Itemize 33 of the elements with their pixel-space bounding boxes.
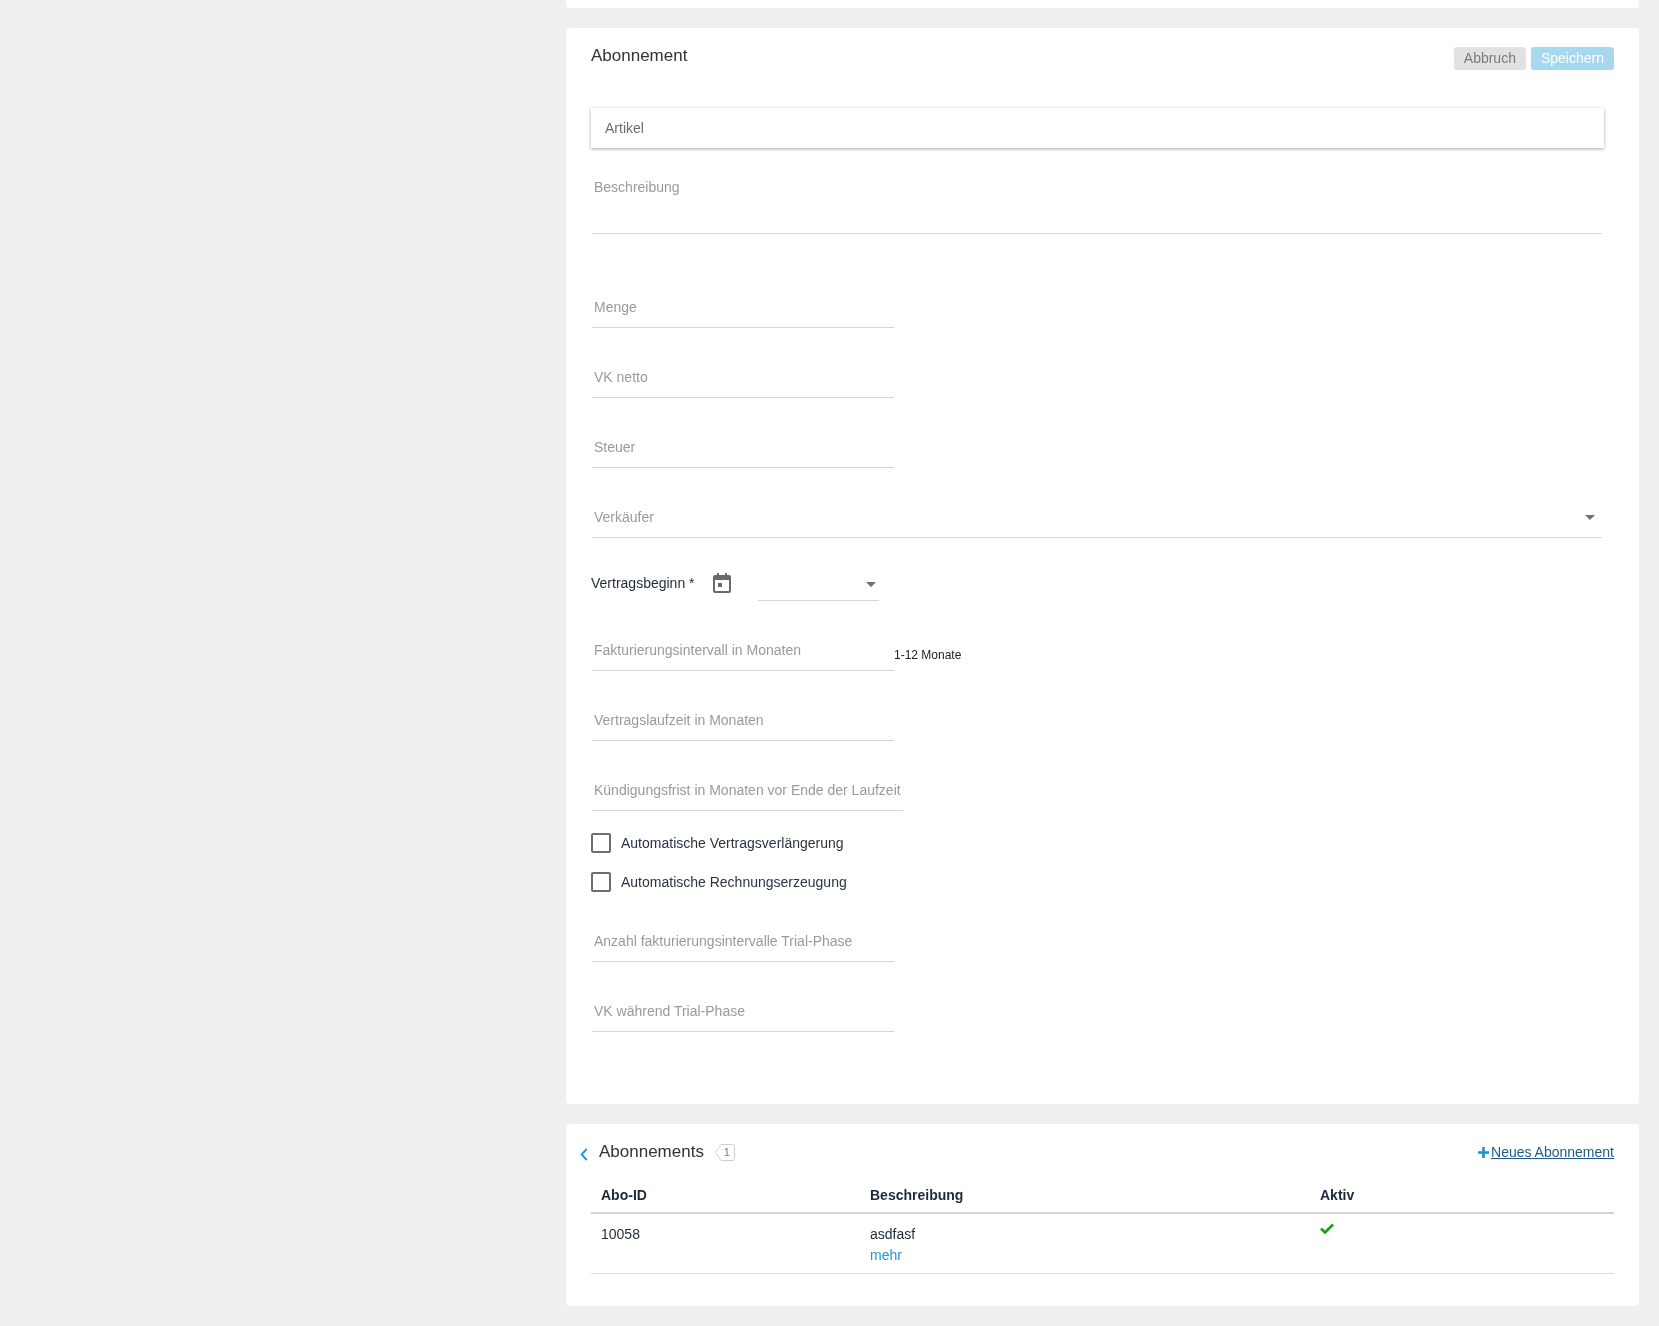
- input-field[interactable]: VK netto: [592, 365, 894, 398]
- input-field[interactable]: VK während Trial-Phase: [592, 999, 894, 1032]
- cancel-button[interactable]: Abbruch: [1453, 47, 1526, 70]
- count-badge: 1: [714, 1143, 735, 1161]
- plus-icon: [1478, 1146, 1489, 1158]
- input-field[interactable]: Menge: [592, 295, 894, 328]
- new-subscription-link[interactable]: Neues Abonnement: [1478, 1141, 1614, 1163]
- input-field[interactable]: Vertragslaufzeit in Monaten: [592, 708, 894, 741]
- chevron-left-icon[interactable]: [580, 1147, 588, 1161]
- more-link[interactable]: mehr: [870, 1245, 902, 1266]
- input-field[interactable]: Kündigungsfrist in Monaten vor Ende der Laufzeit: [592, 778, 903, 811]
- checkbox[interactable]: [591, 872, 611, 892]
- checkbox[interactable]: [591, 833, 611, 853]
- select-field[interactable]: Verkäufer: [592, 505, 1602, 538]
- input-field[interactable]: Fakturierungsintervall in Monaten: [592, 638, 894, 671]
- input-field[interactable]: Anzahl fakturierungsintervalle Trial-Phase: [592, 929, 894, 962]
- table-cell-text: asdfasf: [870, 1225, 917, 1244]
- checkbox-label: Automatische Rechnungserzeugung: [621, 872, 847, 892]
- checkbox-label: Automatische Vertragsverlängerung: [621, 833, 844, 853]
- table-cell: 10058: [591, 1213, 860, 1273]
- input-field[interactable]: Steuer: [592, 435, 894, 468]
- caret-icon: [865, 581, 876, 587]
- field-label: Vertragsbeginn *: [591, 573, 695, 593]
- panel-title: Abonnement: [591, 46, 688, 66]
- textarea-field[interactable]: Beschreibung: [592, 173, 1602, 234]
- caret-icon: [1585, 514, 1595, 520]
- hint-text: 1-12 Monate: [894, 647, 962, 664]
- column-header: Abo-ID: [591, 1179, 860, 1213]
- calendar-icon[interactable]: [712, 573, 731, 593]
- panel-title: Abonnements: [599, 1141, 704, 1164]
- column-header: Aktiv: [1310, 1179, 1614, 1213]
- input-field[interactable]: Artikel: [591, 108, 1604, 148]
- column-header: Beschreibung: [860, 1179, 1310, 1213]
